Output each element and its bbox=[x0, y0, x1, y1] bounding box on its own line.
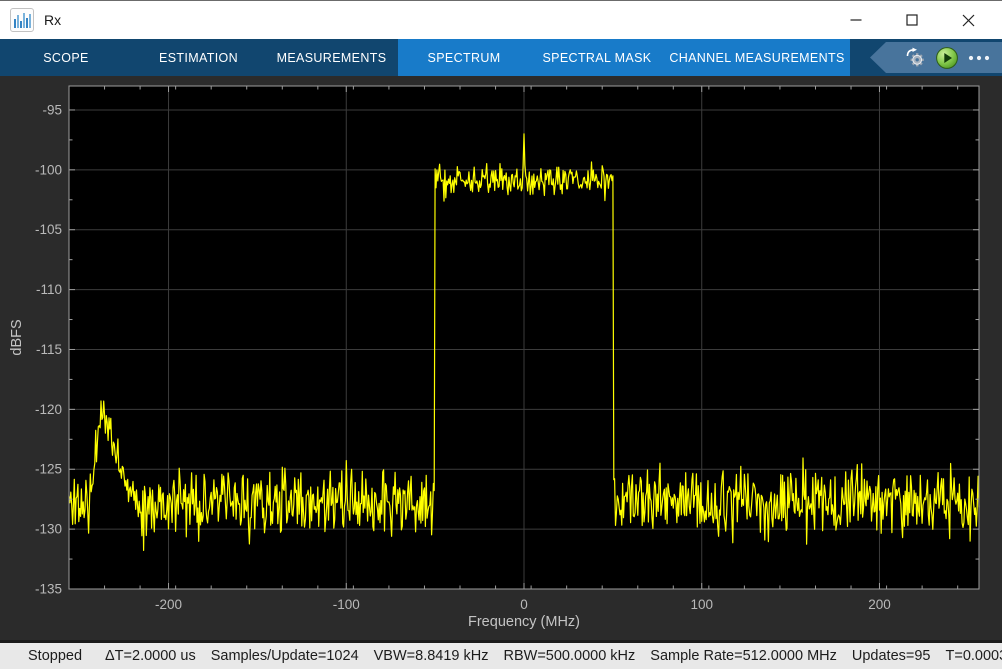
run-play-icon bbox=[935, 46, 959, 70]
x-tick-label: 100 bbox=[690, 597, 713, 612]
spectrum-plot[interactable]: -95 -100 -105 -110 -115 -120 -125 -130 -135 -200 -… bbox=[0, 76, 1002, 640]
step-forward-button[interactable] bbox=[905, 47, 926, 68]
toolstrip-tabs: SCOPEESTIMATIONMEASUREMENTSSPECTRUMSPECT… bbox=[0, 39, 850, 76]
x-tick-label: 200 bbox=[868, 597, 891, 612]
status-bar: Stopped ΔT=2.0000 us Samples/Update=1024 V… bbox=[0, 640, 1002, 669]
close-button[interactable] bbox=[940, 1, 996, 39]
status-item: Samples/Update=1024 bbox=[211, 648, 359, 664]
tab-estimation[interactable]: ESTIMATION bbox=[132, 39, 265, 76]
toolstrip: SCOPEESTIMATIONMEASUREMENTSSPECTRUMSPECT… bbox=[0, 39, 1002, 76]
x-axis-label: Frequency (MHz) bbox=[468, 614, 580, 630]
x-tick-label: 0 bbox=[520, 597, 528, 612]
y-tick-label: -115 bbox=[36, 342, 62, 357]
y-axis-label: dBFS bbox=[9, 319, 25, 355]
tab-spectrum[interactable]: SPECTRUM bbox=[398, 39, 530, 76]
maximize-button[interactable] bbox=[884, 1, 940, 39]
status-state: Stopped bbox=[28, 648, 90, 664]
title-bar: Rx bbox=[0, 0, 1002, 39]
y-tick-label: -130 bbox=[35, 522, 62, 537]
tab-spectral-mask[interactable]: SPECTRAL MASK bbox=[530, 39, 664, 76]
scope-display: -95 -100 -105 -110 -115 -120 -125 -130 -135 -200 -… bbox=[0, 76, 1002, 640]
tab-channel-measurements[interactable]: CHANNEL MEASUREMENTS bbox=[664, 39, 850, 76]
minimize-button[interactable] bbox=[828, 1, 884, 39]
close-icon bbox=[962, 14, 975, 27]
tab-measurements[interactable]: MEASUREMENTS bbox=[265, 39, 398, 76]
y-tick-label: -110 bbox=[36, 282, 62, 297]
status-item: T=0.0003 bbox=[946, 648, 1002, 664]
window-title: Rx bbox=[44, 12, 61, 28]
more-ellipsis-icon bbox=[968, 55, 990, 61]
tab-scope[interactable]: SCOPE bbox=[0, 39, 132, 76]
status-item: VBW=8.8419 kHz bbox=[374, 648, 489, 664]
y-tick-label: -125 bbox=[35, 462, 62, 477]
status-item: Sample Rate=512.0000 MHz bbox=[650, 648, 837, 664]
status-item: ΔT=2.0000 us bbox=[105, 648, 196, 664]
run-button[interactable] bbox=[935, 46, 959, 70]
minimize-icon bbox=[850, 14, 862, 26]
playback-controls bbox=[870, 42, 1002, 73]
scope-histogram-icon bbox=[10, 8, 34, 32]
status-item: Updates=95 bbox=[852, 648, 931, 664]
y-tick-label: -135 bbox=[35, 582, 62, 597]
app-window: Rx SCOPEESTIMATIONMEASUREMENTSSPECTRUMSP… bbox=[0, 0, 1002, 669]
y-tick-label: -100 bbox=[35, 162, 62, 177]
y-tick-label: -95 bbox=[42, 102, 62, 117]
x-tick-label: -200 bbox=[155, 597, 182, 612]
y-tick-label: -120 bbox=[35, 402, 62, 417]
x-tick-label: -100 bbox=[333, 597, 360, 612]
step-forward-gear-icon bbox=[905, 47, 926, 68]
status-item: RBW=500.0000 kHz bbox=[504, 648, 636, 664]
window-controls bbox=[828, 1, 996, 39]
maximize-icon bbox=[906, 14, 918, 26]
y-tick-label: -105 bbox=[35, 222, 62, 237]
more-options-button[interactable] bbox=[968, 55, 990, 61]
status-items: ΔT=2.0000 us Samples/Update=1024 VBW=8.841… bbox=[105, 648, 1002, 664]
